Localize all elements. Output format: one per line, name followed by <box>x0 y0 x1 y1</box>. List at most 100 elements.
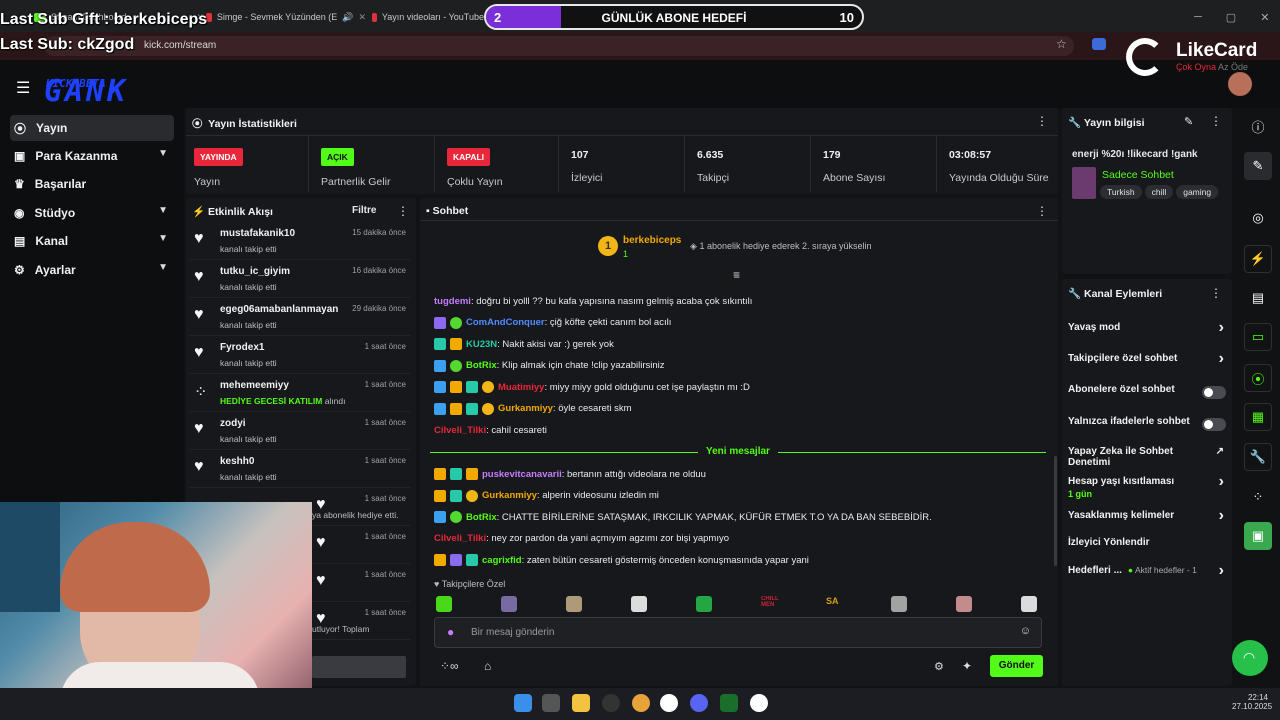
tag[interactable]: chill <box>1144 185 1174 199</box>
store-icon[interactable]: ⌂ <box>484 659 491 673</box>
tag[interactable]: gaming <box>1176 185 1219 199</box>
activity-item[interactable]: ⁘ mehemeemiyy 1 saat önce HEDİYE GECESİ KAT… <box>190 374 410 412</box>
chat-icon[interactable]: ▭ <box>1244 323 1272 351</box>
pin-collapse-icon[interactable]: ≡ <box>733 268 740 282</box>
emote[interactable]: CHILL MEN <box>761 596 781 612</box>
category-name[interactable]: Sadece Sohbet <box>1102 169 1174 181</box>
tab-youtube-videos[interactable]: Yayın videoları - YouTube <box>372 6 484 28</box>
emote[interactable] <box>566 596 582 612</box>
channel-action-8[interactable]: Hedefleri ... ● Aktif hedefler - 1 › <box>1068 562 1228 587</box>
google-icon[interactable] <box>660 694 678 712</box>
chat-username[interactable]: Gurkanmiyy <box>498 403 553 414</box>
info-icon[interactable]: ⓘ <box>1244 112 1272 140</box>
wrench-icon[interactable]: 🔧 <box>1244 443 1272 471</box>
sidebar-item-kanal[interactable]: ▤ Kanal ▼ <box>10 228 174 254</box>
chrome-icon[interactable] <box>632 694 650 712</box>
send-button[interactable]: Gönder <box>990 655 1043 677</box>
more-options-icon[interactable]: ⋮ <box>1036 204 1048 218</box>
chat-username[interactable]: ComAndConquer <box>466 317 545 328</box>
more-options-icon[interactable]: ⋮ <box>1210 114 1222 128</box>
bookmark-star-icon[interactable]: ☆ <box>1056 37 1067 51</box>
emote[interactable] <box>1021 596 1037 612</box>
support-chat-button[interactable]: ◠ <box>1232 640 1268 676</box>
chat-username[interactable]: Cilveli_Tilki <box>434 533 486 544</box>
emote[interactable] <box>696 596 712 612</box>
tab-music[interactable]: Simge - Sevmek Yüzünden (E 🔊 ✕ <box>206 6 366 28</box>
document-icon[interactable]: ▤ <box>1244 284 1272 312</box>
chat-username[interactable]: KU23N <box>466 339 497 350</box>
maximize-icon[interactable]: ▢ <box>1226 11 1236 24</box>
activity-user[interactable]: tutku_ic_giyim <box>220 266 290 277</box>
sidebar-item-para-kazanma[interactable]: ▣ Para Kazanma ▼ <box>10 143 174 169</box>
microphone-icon[interactable]: ● <box>447 625 454 639</box>
chat-username[interactable]: tugdemi <box>434 296 471 307</box>
broadcast-icon[interactable]: ⦿ <box>1244 364 1272 392</box>
extension-icon[interactable] <box>1092 38 1106 50</box>
channel-action-7[interactable]: İzleyici Yönlendir <box>1068 537 1228 559</box>
channel-action-1[interactable]: Takipçilere özel sohbet › <box>1068 350 1228 375</box>
sidebar-item-studyo[interactable]: ◉ Stüdyo ▼ <box>10 200 174 226</box>
window-controls[interactable]: ─ ▢ ✕ <box>1194 6 1269 28</box>
chat-username[interactable]: Muatimiyy <box>498 382 544 393</box>
speaker-icon[interactable]: 🔊 <box>342 12 353 23</box>
share-icon[interactable]: ⁘ <box>1244 483 1272 511</box>
activity-item[interactable]: ♥ 1 saat önce <box>312 526 410 564</box>
sidebar-item-basarilar[interactable]: ♛ Başarılar <box>10 171 174 197</box>
chat-username[interactable]: cagrixfid <box>482 555 522 566</box>
clock[interactable]: 22:14 27.10.2025 <box>1232 693 1272 711</box>
emote[interactable] <box>501 596 517 612</box>
activity-user[interactable]: egeg06amabanlanmayan <box>220 304 338 315</box>
sidebar-item-ayarlar[interactable]: ⚙ Ayarlar ▼ <box>10 257 174 283</box>
minimize-icon[interactable]: ─ <box>1194 11 1202 23</box>
toggle-switch[interactable] <box>1202 418 1226 431</box>
file-explorer-icon[interactable] <box>572 694 590 712</box>
sidebar-item-yayin[interactable]: ⦿ Yayın <box>10 115 174 141</box>
app-icon[interactable]: ▣ <box>1244 522 1272 550</box>
task-view-icon[interactable] <box>542 694 560 712</box>
activity-user[interactable]: keshh0 <box>220 456 254 467</box>
activity-item[interactable]: ♥ Fyrodex1 1 saat önce kanalı takip etti <box>190 336 410 374</box>
emote[interactable]: SA <box>826 596 842 612</box>
camera-icon[interactable]: ◎ <box>1244 204 1272 232</box>
points-icon[interactable]: ⁘∞ <box>440 659 459 673</box>
predictions-icon[interactable]: ✦ <box>962 659 972 673</box>
activity-user[interactable]: mustafakanik10 <box>220 228 295 239</box>
emote[interactable] <box>631 596 647 612</box>
more-options-icon[interactable]: ⋮ <box>1210 286 1222 300</box>
edit-icon[interactable]: ✎ <box>1244 152 1272 180</box>
hamburger-menu-icon[interactable]: ☰ <box>16 78 30 98</box>
activity-item[interactable]: ♥ keshh0 1 saat önce kanalı takip etti <box>190 450 410 488</box>
activity-item[interactable]: ♥ 1 saat önce <box>312 564 410 602</box>
channel-action-3[interactable]: Yalnızca ifadelerle sohbet <box>1068 416 1228 438</box>
obs-icon[interactable] <box>602 694 620 712</box>
toggle-switch[interactable] <box>1202 386 1226 399</box>
close-icon[interactable]: ✕ <box>1260 11 1269 24</box>
windows-start-icon[interactable] <box>514 694 532 712</box>
activity-item[interactable]: ♥ tutku_ic_giyim 16 dakika önce kanalı taki… <box>190 260 410 298</box>
chat-scrollbar[interactable] <box>1054 456 1057 566</box>
activity-user[interactable]: Fyrodex1 <box>220 342 264 353</box>
activity-item[interactable]: ♥ 1 saat önce ya abonelik hediye etti. <box>312 488 410 526</box>
activity-item[interactable]: ♥ zodyi 1 saat önce kanalı takip etti <box>190 412 410 450</box>
emote[interactable] <box>436 596 452 612</box>
address-input[interactable]: kick.com/stream <box>44 36 1074 56</box>
activity-item[interactable]: ♥ mustafakanik10 15 dakika önce kanalı taki… <box>190 222 410 260</box>
activity-item[interactable]: ♥ egeg06amabanlanmayan 29 dakika önce kanal… <box>190 298 410 336</box>
tag[interactable]: Turkish <box>1100 185 1142 199</box>
chat-input[interactable]: ● Bir mesaj gönderin ☺ <box>434 617 1042 648</box>
more-options-icon[interactable]: ⋮ <box>397 204 409 218</box>
channel-action-5[interactable]: Hesap yaşı kısıtlaması 1 gün › <box>1068 473 1228 499</box>
chat-username[interactable]: BotRix <box>466 512 497 523</box>
activity-user[interactable]: mehemeemiyy <box>220 380 289 391</box>
channel-action-0[interactable]: Yavaş mod › <box>1068 319 1228 344</box>
chat-username[interactable]: puskevitcanavarii <box>482 469 562 480</box>
chat-username[interactable]: BotRix <box>466 360 497 371</box>
emote[interactable] <box>891 596 907 612</box>
channel-action-4[interactable]: Yapay Zeka ile Sohbet Denetimi ↗ <box>1068 446 1228 468</box>
layout-icon[interactable]: ▦ <box>1244 403 1272 431</box>
activity-scroll-button[interactable] <box>312 656 406 678</box>
emote[interactable] <box>956 596 972 612</box>
emoji-icon[interactable]: ☺ <box>1020 625 1031 637</box>
lightning-icon[interactable]: ⚡ <box>1244 245 1272 273</box>
activity-item[interactable]: ♥ 1 saat önce utluyor! Toplam <box>312 602 410 640</box>
